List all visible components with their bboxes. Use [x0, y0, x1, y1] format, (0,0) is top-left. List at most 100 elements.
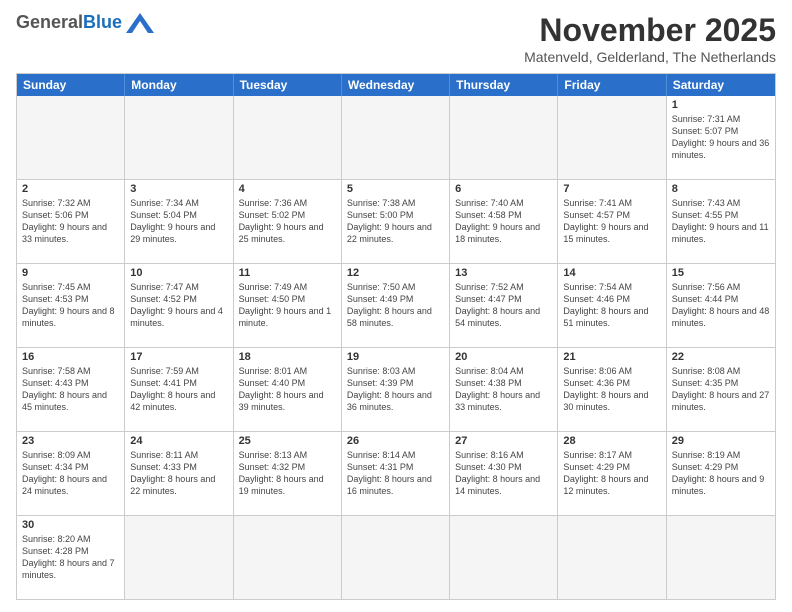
day-number: 23	[22, 435, 119, 447]
cal-cell: 28 Sunrise: 8:17 AM Sunset: 4:29 PM Dayli…	[558, 432, 666, 515]
cal-cell	[342, 96, 450, 179]
cal-cell	[450, 96, 558, 179]
cal-cell: 14 Sunrise: 7:54 AM Sunset: 4:46 PM Dayli…	[558, 264, 666, 347]
cal-cell: 11 Sunrise: 7:49 AM Sunset: 4:50 PM Dayli…	[234, 264, 342, 347]
cal-cell	[450, 516, 558, 599]
day-number: 5	[347, 183, 444, 195]
day-number: 22	[672, 351, 770, 363]
day-number: 21	[563, 351, 660, 363]
day-number: 16	[22, 351, 119, 363]
day-info: Sunrise: 7:56 AM Sunset: 4:44 PM Dayligh…	[672, 281, 770, 330]
day-number: 13	[455, 267, 552, 279]
day-number: 11	[239, 267, 336, 279]
logo: General Blue	[16, 12, 154, 33]
day-info: Sunrise: 7:31 AM Sunset: 5:07 PM Dayligh…	[672, 113, 770, 162]
cal-cell: 8Sunrise: 7:43 AM Sunset: 4:55 PM Daylig…	[667, 180, 775, 263]
cal-cell: 6Sunrise: 7:40 AM Sunset: 4:58 PM Daylig…	[450, 180, 558, 263]
day-number: 24	[130, 435, 227, 447]
day-info: Sunrise: 7:47 AM Sunset: 4:52 PM Dayligh…	[130, 281, 227, 330]
day-number: 4	[239, 183, 336, 195]
day-number: 10	[130, 267, 227, 279]
day-number: 30	[22, 519, 119, 531]
day-info: Sunrise: 7:59 AM Sunset: 4:41 PM Dayligh…	[130, 365, 227, 414]
cal-header-cell-wednesday: Wednesday	[342, 74, 450, 96]
cal-cell	[667, 516, 775, 599]
cal-row-0: 1Sunrise: 7:31 AM Sunset: 5:07 PM Daylig…	[17, 96, 775, 179]
day-info: Sunrise: 8:19 AM Sunset: 4:29 PM Dayligh…	[672, 449, 770, 498]
cal-cell: 20 Sunrise: 8:04 AM Sunset: 4:38 PM Dayli…	[450, 348, 558, 431]
cal-header-cell-thursday: Thursday	[450, 74, 558, 96]
cal-cell: 26 Sunrise: 8:14 AM Sunset: 4:31 PM Dayli…	[342, 432, 450, 515]
day-number: 9	[22, 267, 119, 279]
cal-cell: 2 Sunrise: 7:32 AM Sunset: 5:06 PM Daylig…	[17, 180, 125, 263]
calendar-header: SundayMondayTuesdayWednesdayThursdayFrid…	[17, 74, 775, 96]
cal-cell: 10 Sunrise: 7:47 AM Sunset: 4:52 PM Dayli…	[125, 264, 233, 347]
cal-cell	[234, 516, 342, 599]
logo-text: General Blue	[16, 12, 154, 33]
cal-cell: 18 Sunrise: 8:01 AM Sunset: 4:40 PM Dayli…	[234, 348, 342, 431]
subtitle: Matenveld, Gelderland, The Netherlands	[524, 49, 776, 65]
cal-cell: 7 Sunrise: 7:41 AM Sunset: 4:57 PM Daylig…	[558, 180, 666, 263]
cal-cell: 3 Sunrise: 7:34 AM Sunset: 5:04 PM Daylig…	[125, 180, 233, 263]
day-number: 8	[672, 183, 770, 195]
day-info: Sunrise: 8:08 AM Sunset: 4:35 PM Dayligh…	[672, 365, 770, 414]
title-section: November 2025 Matenveld, Gelderland, The…	[524, 12, 776, 65]
day-info: Sunrise: 7:41 AM Sunset: 4:57 PM Dayligh…	[563, 197, 660, 246]
cal-header-cell-tuesday: Tuesday	[234, 74, 342, 96]
cal-row-4: 23Sunrise: 8:09 AM Sunset: 4:34 PM Dayli…	[17, 431, 775, 515]
cal-cell: 21Sunrise: 8:06 AM Sunset: 4:36 PM Dayli…	[558, 348, 666, 431]
day-info: Sunrise: 8:16 AM Sunset: 4:30 PM Dayligh…	[455, 449, 552, 498]
cal-cell: 15 Sunrise: 7:56 AM Sunset: 4:44 PM Dayli…	[667, 264, 775, 347]
day-info: Sunrise: 7:54 AM Sunset: 4:46 PM Dayligh…	[563, 281, 660, 330]
day-number: 7	[563, 183, 660, 195]
cal-cell: 17Sunrise: 7:59 AM Sunset: 4:41 PM Dayli…	[125, 348, 233, 431]
cal-row-5: 30 Sunrise: 8:20 AM Sunset: 4:28 PM Dayli…	[17, 515, 775, 599]
cal-cell	[234, 96, 342, 179]
cal-cell: 12Sunrise: 7:50 AM Sunset: 4:49 PM Dayli…	[342, 264, 450, 347]
logo-general: General	[16, 12, 83, 33]
day-info: Sunrise: 7:50 AM Sunset: 4:49 PM Dayligh…	[347, 281, 444, 330]
day-number: 3	[130, 183, 227, 195]
day-info: Sunrise: 8:11 AM Sunset: 4:33 PM Dayligh…	[130, 449, 227, 498]
day-number: 25	[239, 435, 336, 447]
day-number: 20	[455, 351, 552, 363]
day-number: 19	[347, 351, 444, 363]
day-info: Sunrise: 7:34 AM Sunset: 5:04 PM Dayligh…	[130, 197, 227, 246]
day-info: Sunrise: 7:49 AM Sunset: 4:50 PM Dayligh…	[239, 281, 336, 330]
month-title: November 2025	[524, 12, 776, 49]
day-info: Sunrise: 7:36 AM Sunset: 5:02 PM Dayligh…	[239, 197, 336, 246]
day-number: 28	[563, 435, 660, 447]
day-number: 14	[563, 267, 660, 279]
cal-cell: 5 Sunrise: 7:38 AM Sunset: 5:00 PM Daylig…	[342, 180, 450, 263]
cal-cell	[125, 96, 233, 179]
cal-header-cell-monday: Monday	[125, 74, 233, 96]
day-info: Sunrise: 7:40 AM Sunset: 4:58 PM Dayligh…	[455, 197, 552, 246]
day-info: Sunrise: 8:20 AM Sunset: 4:28 PM Dayligh…	[22, 533, 119, 582]
day-number: 26	[347, 435, 444, 447]
calendar: SundayMondayTuesdayWednesdayThursdayFrid…	[16, 73, 776, 600]
day-number: 27	[455, 435, 552, 447]
day-info: Sunrise: 7:32 AM Sunset: 5:06 PM Dayligh…	[22, 197, 119, 246]
cal-cell	[342, 516, 450, 599]
cal-row-3: 16 Sunrise: 7:58 AM Sunset: 4:43 PM Dayli…	[17, 347, 775, 431]
cal-header-cell-saturday: Saturday	[667, 74, 775, 96]
day-info: Sunrise: 7:58 AM Sunset: 4:43 PM Dayligh…	[22, 365, 119, 414]
cal-cell: 23Sunrise: 8:09 AM Sunset: 4:34 PM Dayli…	[17, 432, 125, 515]
cal-cell: 24 Sunrise: 8:11 AM Sunset: 4:33 PM Dayli…	[125, 432, 233, 515]
day-info: Sunrise: 8:04 AM Sunset: 4:38 PM Dayligh…	[455, 365, 552, 414]
day-info: Sunrise: 7:45 AM Sunset: 4:53 PM Dayligh…	[22, 281, 119, 330]
day-info: Sunrise: 7:38 AM Sunset: 5:00 PM Dayligh…	[347, 197, 444, 246]
cal-cell: 9 Sunrise: 7:45 AM Sunset: 4:53 PM Daylig…	[17, 264, 125, 347]
cal-cell: 29Sunrise: 8:19 AM Sunset: 4:29 PM Dayli…	[667, 432, 775, 515]
day-number: 2	[22, 183, 119, 195]
day-info: Sunrise: 8:01 AM Sunset: 4:40 PM Dayligh…	[239, 365, 336, 414]
cal-header-cell-friday: Friday	[558, 74, 666, 96]
day-info: Sunrise: 8:13 AM Sunset: 4:32 PM Dayligh…	[239, 449, 336, 498]
day-number: 18	[239, 351, 336, 363]
day-info: Sunrise: 8:03 AM Sunset: 4:39 PM Dayligh…	[347, 365, 444, 414]
cal-cell	[17, 96, 125, 179]
day-info: Sunrise: 8:17 AM Sunset: 4:29 PM Dayligh…	[563, 449, 660, 498]
day-info: Sunrise: 8:14 AM Sunset: 4:31 PM Dayligh…	[347, 449, 444, 498]
day-number: 15	[672, 267, 770, 279]
cal-cell: 16 Sunrise: 7:58 AM Sunset: 4:43 PM Dayli…	[17, 348, 125, 431]
